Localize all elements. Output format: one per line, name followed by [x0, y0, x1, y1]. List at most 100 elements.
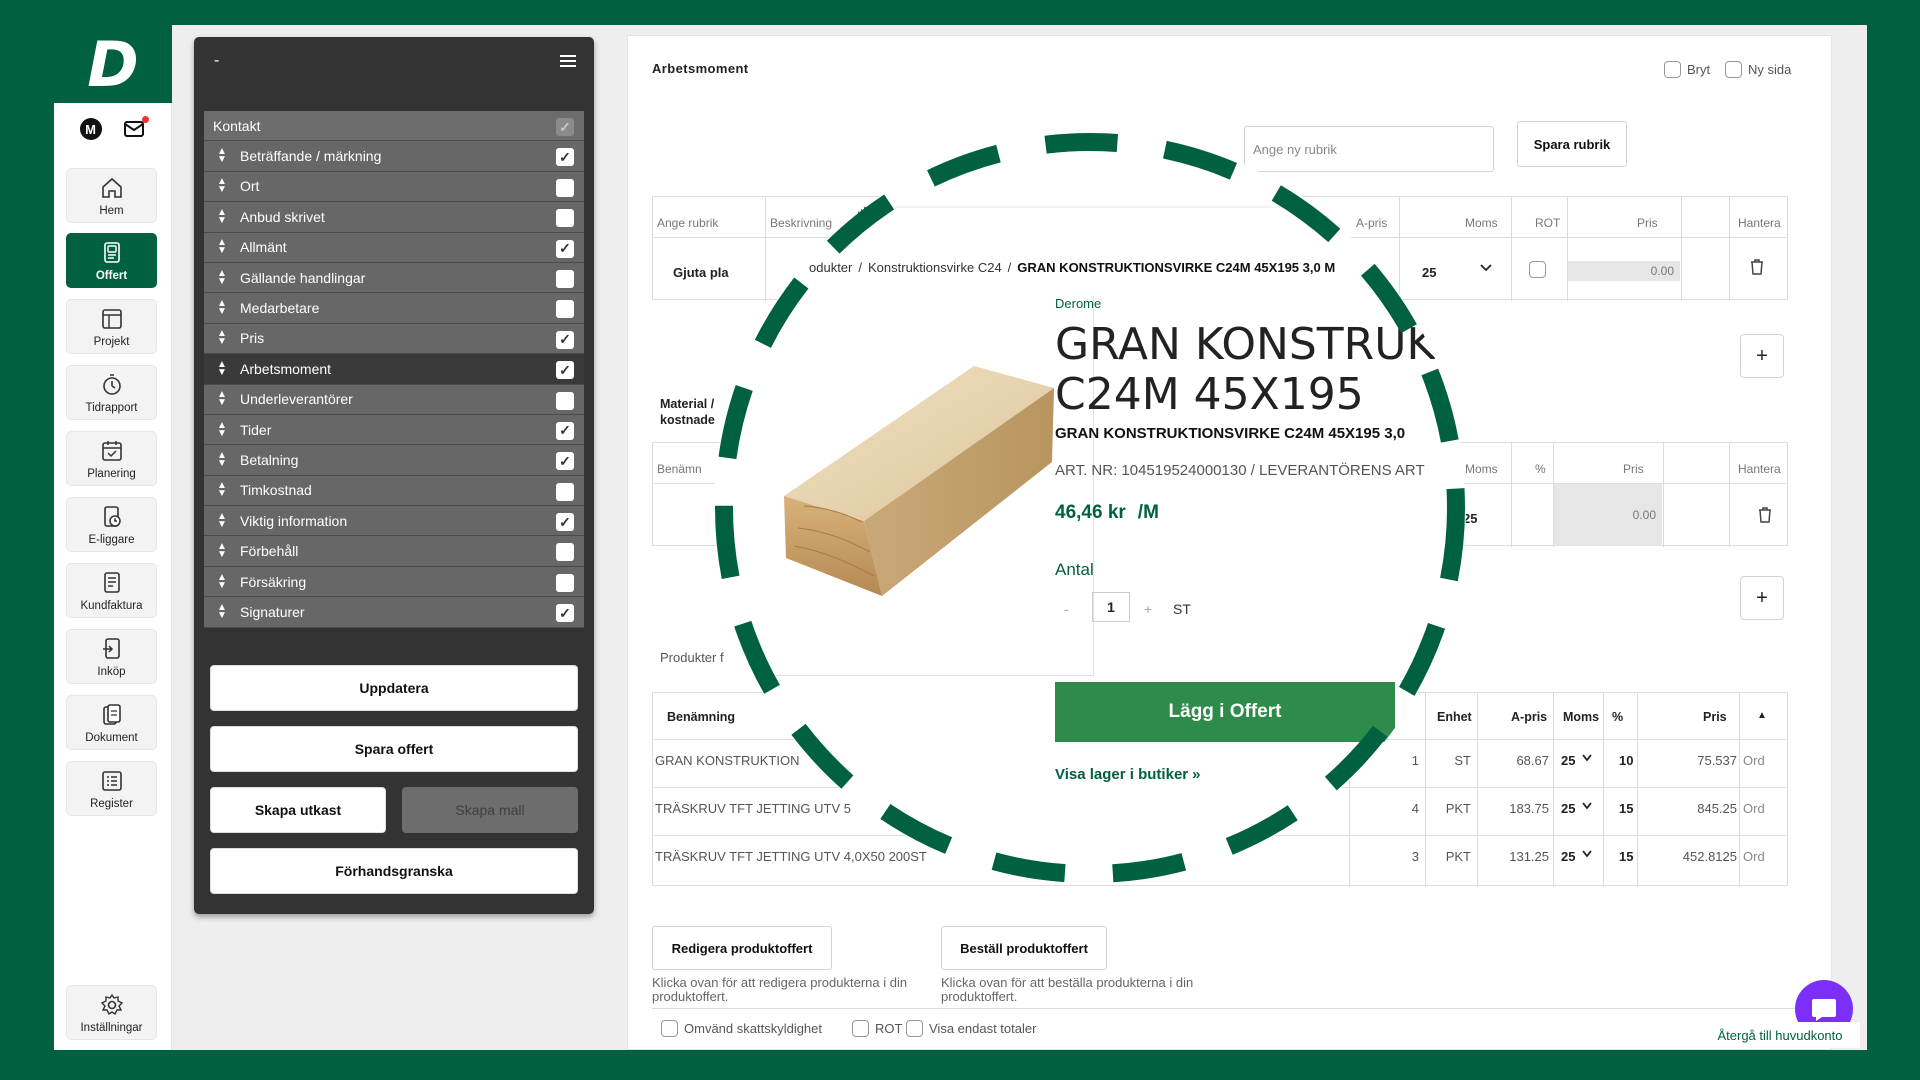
drag-handle-icon[interactable]: ▲ ▼	[204, 238, 240, 256]
chevron-down-icon[interactable]	[1581, 752, 1593, 767]
nav-item-dokument[interactable]: Dokument	[66, 695, 157, 750]
col-header: Pris	[1637, 216, 1658, 230]
chevron-down-icon[interactable]	[1581, 800, 1593, 815]
section-checkbox[interactable]: ✓	[556, 361, 574, 380]
section-checkbox[interactable]	[556, 209, 574, 228]
section-row[interactable]: ▲ ▼ Ort	[204, 171, 584, 203]
section-checkbox[interactable]	[556, 391, 574, 410]
drag-handle-icon[interactable]: ▲ ▼	[204, 390, 240, 408]
rot-option[interactable]: ROT	[852, 1020, 902, 1037]
section-row[interactable]: ▲ ▼ Allmänt ✓	[204, 232, 584, 263]
bryt-label: Bryt	[1687, 62, 1711, 77]
sort-icon[interactable]: ▲	[1757, 710, 1767, 721]
nav-item-tidrapport[interactable]: Tidrapport	[66, 365, 157, 420]
nav-item-planering[interactable]: Planering	[66, 431, 157, 486]
update-button[interactable]: Uppdatera	[210, 665, 578, 711]
chevron-down-icon[interactable]	[1581, 848, 1593, 863]
mail-icon[interactable]	[123, 116, 149, 138]
drag-handle-icon[interactable]: ▲ ▼	[204, 420, 240, 438]
logo[interactable]: D	[54, 25, 172, 103]
nav-item-installningar[interactable]: Inställningar	[66, 985, 157, 1040]
section-row[interactable]: ▲ ▼ Viktig information ✓	[204, 506, 584, 537]
edit-product-quote-button[interactable]: Redigera produktoffert	[652, 926, 832, 970]
account-avatar[interactable]: M	[79, 118, 102, 140]
section-checkbox[interactable]: ✓	[556, 513, 574, 532]
add-material-row-button[interactable]: +	[1740, 576, 1784, 620]
nav-item-hem[interactable]: Hem	[66, 168, 157, 223]
totals-only-checkbox[interactable]	[906, 1020, 923, 1037]
footer-rot-checkbox[interactable]	[852, 1020, 869, 1037]
preview-button[interactable]: Förhandsgranska	[210, 848, 578, 894]
section-row[interactable]: ▲ ▼ Medarbetare	[204, 293, 584, 324]
bryt-checkbox[interactable]	[1664, 61, 1681, 78]
drag-handle-icon[interactable]: ▲ ▼	[204, 268, 240, 286]
section-checkbox[interactable]: ✓	[556, 148, 574, 167]
nav-item-e-liggare[interactable]: E-liggare	[66, 497, 157, 552]
section-checkbox[interactable]	[556, 482, 574, 501]
nav-item-register[interactable]: Register	[66, 761, 157, 816]
section-checkbox[interactable]	[556, 269, 574, 288]
hamburger-icon[interactable]	[560, 55, 576, 67]
drag-handle-icon[interactable]: ▲ ▼	[204, 542, 240, 560]
section-row[interactable]: ▲ ▼ Anbud skrivet	[204, 202, 584, 233]
save-heading-button[interactable]: Spara rubrik	[1517, 121, 1627, 167]
section-checkbox[interactable]: ✓	[556, 604, 574, 623]
nav-item-projekt[interactable]: Projekt	[66, 299, 157, 354]
section-row[interactable]: ▲ ▼ Underleverantörer	[204, 384, 584, 415]
col-header: ROT	[1535, 216, 1561, 230]
material-label-2: kostnade	[660, 413, 715, 427]
drag-handle-icon[interactable]: ▲ ▼	[204, 481, 240, 499]
create-draft-button[interactable]: Skapa utkast	[210, 787, 386, 833]
section-row[interactable]: Kontakt ✓	[204, 111, 584, 142]
reverse-vat-checkbox[interactable]	[661, 1020, 678, 1037]
create-template-button[interactable]: Skapa mall	[402, 787, 578, 833]
drag-handle-icon[interactable]: ▲ ▼	[204, 299, 240, 317]
drag-handle-icon[interactable]: ▲ ▼	[204, 511, 240, 529]
drag-handle-icon[interactable]: ▲ ▼	[204, 177, 240, 195]
section-checkbox[interactable]: ✓	[556, 239, 574, 258]
rot-checkbox[interactable]	[1529, 261, 1546, 278]
trash-icon[interactable]	[1749, 258, 1765, 279]
col-header: %	[1612, 710, 1624, 724]
order-product-quote-button[interactable]: Beställ produktoffert	[941, 926, 1107, 970]
save-quote-button[interactable]: Spara offert	[210, 726, 578, 772]
ny-sida-option[interactable]: Ny sida	[1725, 61, 1791, 78]
section-row[interactable]: ▲ ▼ Timkostnad	[204, 475, 584, 507]
drag-handle-icon[interactable]: ▲ ▼	[204, 450, 240, 468]
back-to-main-account-link[interactable]: Återgå till huvudkonto	[1700, 1022, 1860, 1048]
section-row[interactable]: ▲ ▼ Beträffande / märkning ✓	[204, 141, 584, 172]
section-row[interactable]: ▲ ▼ Pris ✓	[204, 323, 584, 355]
section-checkbox[interactable]: ✓	[556, 330, 574, 349]
section-row[interactable]: ▲ ▼ Försäkring	[204, 566, 584, 598]
nav-item-offert[interactable]: Offert	[66, 233, 157, 288]
drag-handle-icon[interactable]: ▲ ▼	[204, 572, 240, 590]
ny-sida-checkbox[interactable]	[1725, 61, 1742, 78]
drag-handle-icon[interactable]: ▲ ▼	[204, 329, 240, 347]
add-work-row-button[interactable]: +	[1740, 334, 1784, 378]
section-checkbox[interactable]: ✓	[556, 421, 574, 440]
section-checkbox[interactable]: ✓	[556, 452, 574, 471]
section-row[interactable]: ▲ ▼ Betalning ✓	[204, 445, 584, 476]
section-checkbox[interactable]	[556, 573, 574, 592]
drag-handle-icon[interactable]: ▲ ▼	[204, 359, 240, 377]
section-checkbox[interactable]	[556, 300, 574, 319]
section-row[interactable]: ▲ ▼ Gällande handlingar	[204, 262, 584, 294]
col-header: Benämn	[657, 462, 702, 476]
totals-only-option[interactable]: Visa endast totaler	[906, 1020, 1036, 1037]
section-row[interactable]: ▲ ▼ Förbehåll	[204, 536, 584, 567]
section-checkbox[interactable]	[556, 178, 574, 197]
drag-handle-icon[interactable]: ▲ ▼	[204, 602, 240, 620]
drag-handle-icon[interactable]: ▲ ▼	[204, 147, 240, 165]
nav-item-inkop[interactable]: Inköp	[66, 629, 157, 684]
trash-icon[interactable]	[1757, 506, 1773, 527]
reverse-vat-option[interactable]: Omvänd skattskyldighet	[661, 1020, 822, 1037]
section-row[interactable]: ▲ ▼ Tider ✓	[204, 414, 584, 446]
product-cell-pris: 75.537	[1697, 753, 1737, 768]
drag-handle-icon[interactable]: ▲ ▼	[204, 207, 240, 225]
bryt-option[interactable]: Bryt	[1664, 61, 1710, 78]
section-checkbox[interactable]	[556, 543, 574, 562]
section-row[interactable]: ▲ ▼ Signaturer ✓	[204, 597, 584, 628]
section-row[interactable]: ▲ ▼ Arbetsmoment ✓	[204, 354, 584, 385]
gear-icon	[100, 993, 123, 1015]
nav-item-kundfaktura[interactable]: Kundfaktura	[66, 563, 157, 618]
